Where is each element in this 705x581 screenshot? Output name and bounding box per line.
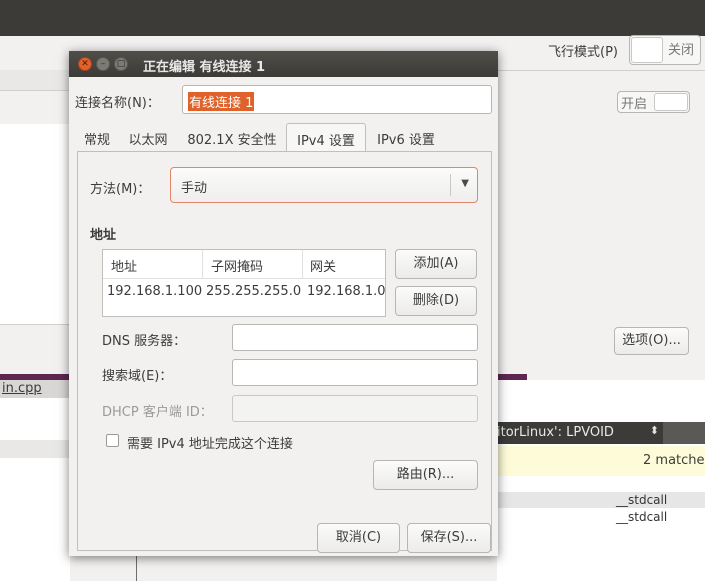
editor-left-area (0, 398, 70, 581)
background-window-left (0, 36, 70, 70)
settings-window-bg (497, 36, 705, 374)
matches-bar: 2 matche (497, 446, 705, 476)
code-row-2: __stdcall (497, 508, 705, 524)
settings-divider (497, 70, 705, 71)
tab-8021x-label: 802.1X 安全性 (187, 133, 277, 148)
minimize-icon[interactable]: – (96, 57, 110, 71)
require-ipv4-label[interactable]: 需要 IPv4 地址完成这个连接 (127, 433, 293, 452)
code-row-1: __stdcall (497, 492, 705, 508)
tab-ethernet[interactable]: 以太网 (121, 123, 175, 151)
connection-name-label: 连接名称(N)： (75, 96, 160, 111)
tab-ipv4-settings[interactable]: IPv4 设置 (286, 123, 366, 151)
matches-text: 2 matche (643, 453, 705, 468)
add-button[interactable]: 添加(A) (395, 249, 477, 279)
airplane-toggle-state: 关闭 (667, 43, 694, 58)
save-button[interactable]: 保存(S)... (407, 523, 491, 553)
dns-label: DNS 服务器： (102, 334, 187, 349)
connection-name-field[interactable]: 有线连接 1 (182, 85, 492, 114)
dialog-titlebar: ✕ – □ 正在编辑 有线连接 1 (69, 51, 498, 77)
options-button[interactable]: 选项(O)... (614, 327, 689, 355)
toggle-knob (654, 93, 688, 111)
connection-name-value: 有线连接 1 (188, 92, 255, 111)
dhcp-client-id-field (232, 395, 478, 422)
enable-toggle[interactable]: 开启 (617, 91, 690, 113)
table-header: 地址 子网掩码 网关 (103, 250, 385, 279)
airplane-mode-label: 飞行模式(P) (548, 45, 618, 60)
maximize-icon[interactable]: □ (114, 57, 128, 71)
bottom-divider (136, 556, 137, 581)
tab-ipv6-label: IPv6 设置 (377, 133, 435, 148)
dropdown-separator (450, 174, 451, 196)
dialog-title: 正在编辑 有线连接 1 (143, 60, 266, 75)
combo-arrows-icon: ⬍ (649, 424, 659, 437)
close-icon[interactable]: ✕ (78, 57, 92, 71)
search-domain-label: 搜索域(E)： (102, 369, 173, 384)
chevron-down-icon: ▼ (461, 178, 469, 189)
editor-file-tab[interactable]: in.cpp (0, 380, 70, 398)
tab-ipv6-settings[interactable]: IPv6 设置 (368, 123, 444, 151)
tab-ipv4-label: IPv4 设置 (297, 134, 355, 149)
address-table: 地址 子网掩码 网关 192.168.1.100 255.255.255.0 1… (102, 249, 386, 317)
tab-ethernet-label: 以太网 (128, 133, 168, 148)
symbol-combo-text: itorLinux': LPVOID (497, 425, 614, 440)
column-divider (202, 250, 203, 278)
symbol-combo[interactable]: itorLinux': LPVOID ⬍ (497, 422, 663, 444)
column-header-gateway[interactable]: 网关 (310, 256, 336, 275)
method-label: 方法(M)： (90, 182, 151, 197)
cell-netmask: 255.255.255.0 (206, 284, 302, 299)
enable-toggle-state: 开启 (621, 97, 648, 112)
method-value: 手动 (181, 181, 208, 196)
routes-button[interactable]: 路由(R)... (373, 460, 478, 490)
delete-button[interactable]: 删除(D) (395, 286, 477, 316)
search-domain-field[interactable] (232, 359, 478, 386)
tab-general[interactable]: 常规 (77, 123, 117, 151)
editor-right-bg (497, 380, 705, 581)
file-tab-label: in.cpp (2, 381, 42, 396)
background-left-strip (0, 324, 70, 375)
airplane-mode-toggle[interactable]: 关闭 (629, 35, 701, 65)
cell-address: 192.168.1.100 (107, 284, 203, 299)
top-panel (0, 0, 705, 36)
editor-left-gray (0, 440, 70, 458)
background-left-header (0, 70, 70, 91)
ipv4-panel: 方法(M)： 手动 ▼ 地址 地址 子网掩码 网关 192.168.1.100 … (77, 151, 492, 551)
stdcall-1: __stdcall (616, 493, 668, 507)
dns-field[interactable] (232, 324, 478, 351)
address-heading: 地址 (90, 228, 117, 243)
cancel-button[interactable]: 取消(C) (317, 523, 400, 553)
table-row[interactable]: 192.168.1.100 255.255.255.0 192.168.1.0 (103, 279, 386, 305)
require-ipv4-checkbox[interactable] (106, 434, 119, 447)
column-header-address[interactable]: 地址 (111, 256, 137, 275)
tab-8021x-security[interactable]: 802.1X 安全性 (179, 123, 285, 151)
cell-gateway: 192.168.1.0 (307, 284, 386, 299)
stdcall-2: __stdcall (616, 510, 668, 524)
background-left-content (0, 124, 70, 324)
toggle-knob (631, 37, 663, 63)
dhcp-client-id-label: DHCP 客户端 ID： (102, 405, 213, 420)
method-dropdown[interactable]: 手动 ▼ (170, 167, 478, 203)
edit-connection-dialog: ✕ – □ 正在编辑 有线连接 1 连接名称(N)： 有线连接 1 常规 以太网… (69, 51, 498, 556)
column-divider (302, 250, 303, 278)
tab-general-label: 常规 (83, 133, 110, 148)
column-header-netmask[interactable]: 子网掩码 (211, 256, 263, 275)
combo-right-dark (663, 422, 705, 444)
